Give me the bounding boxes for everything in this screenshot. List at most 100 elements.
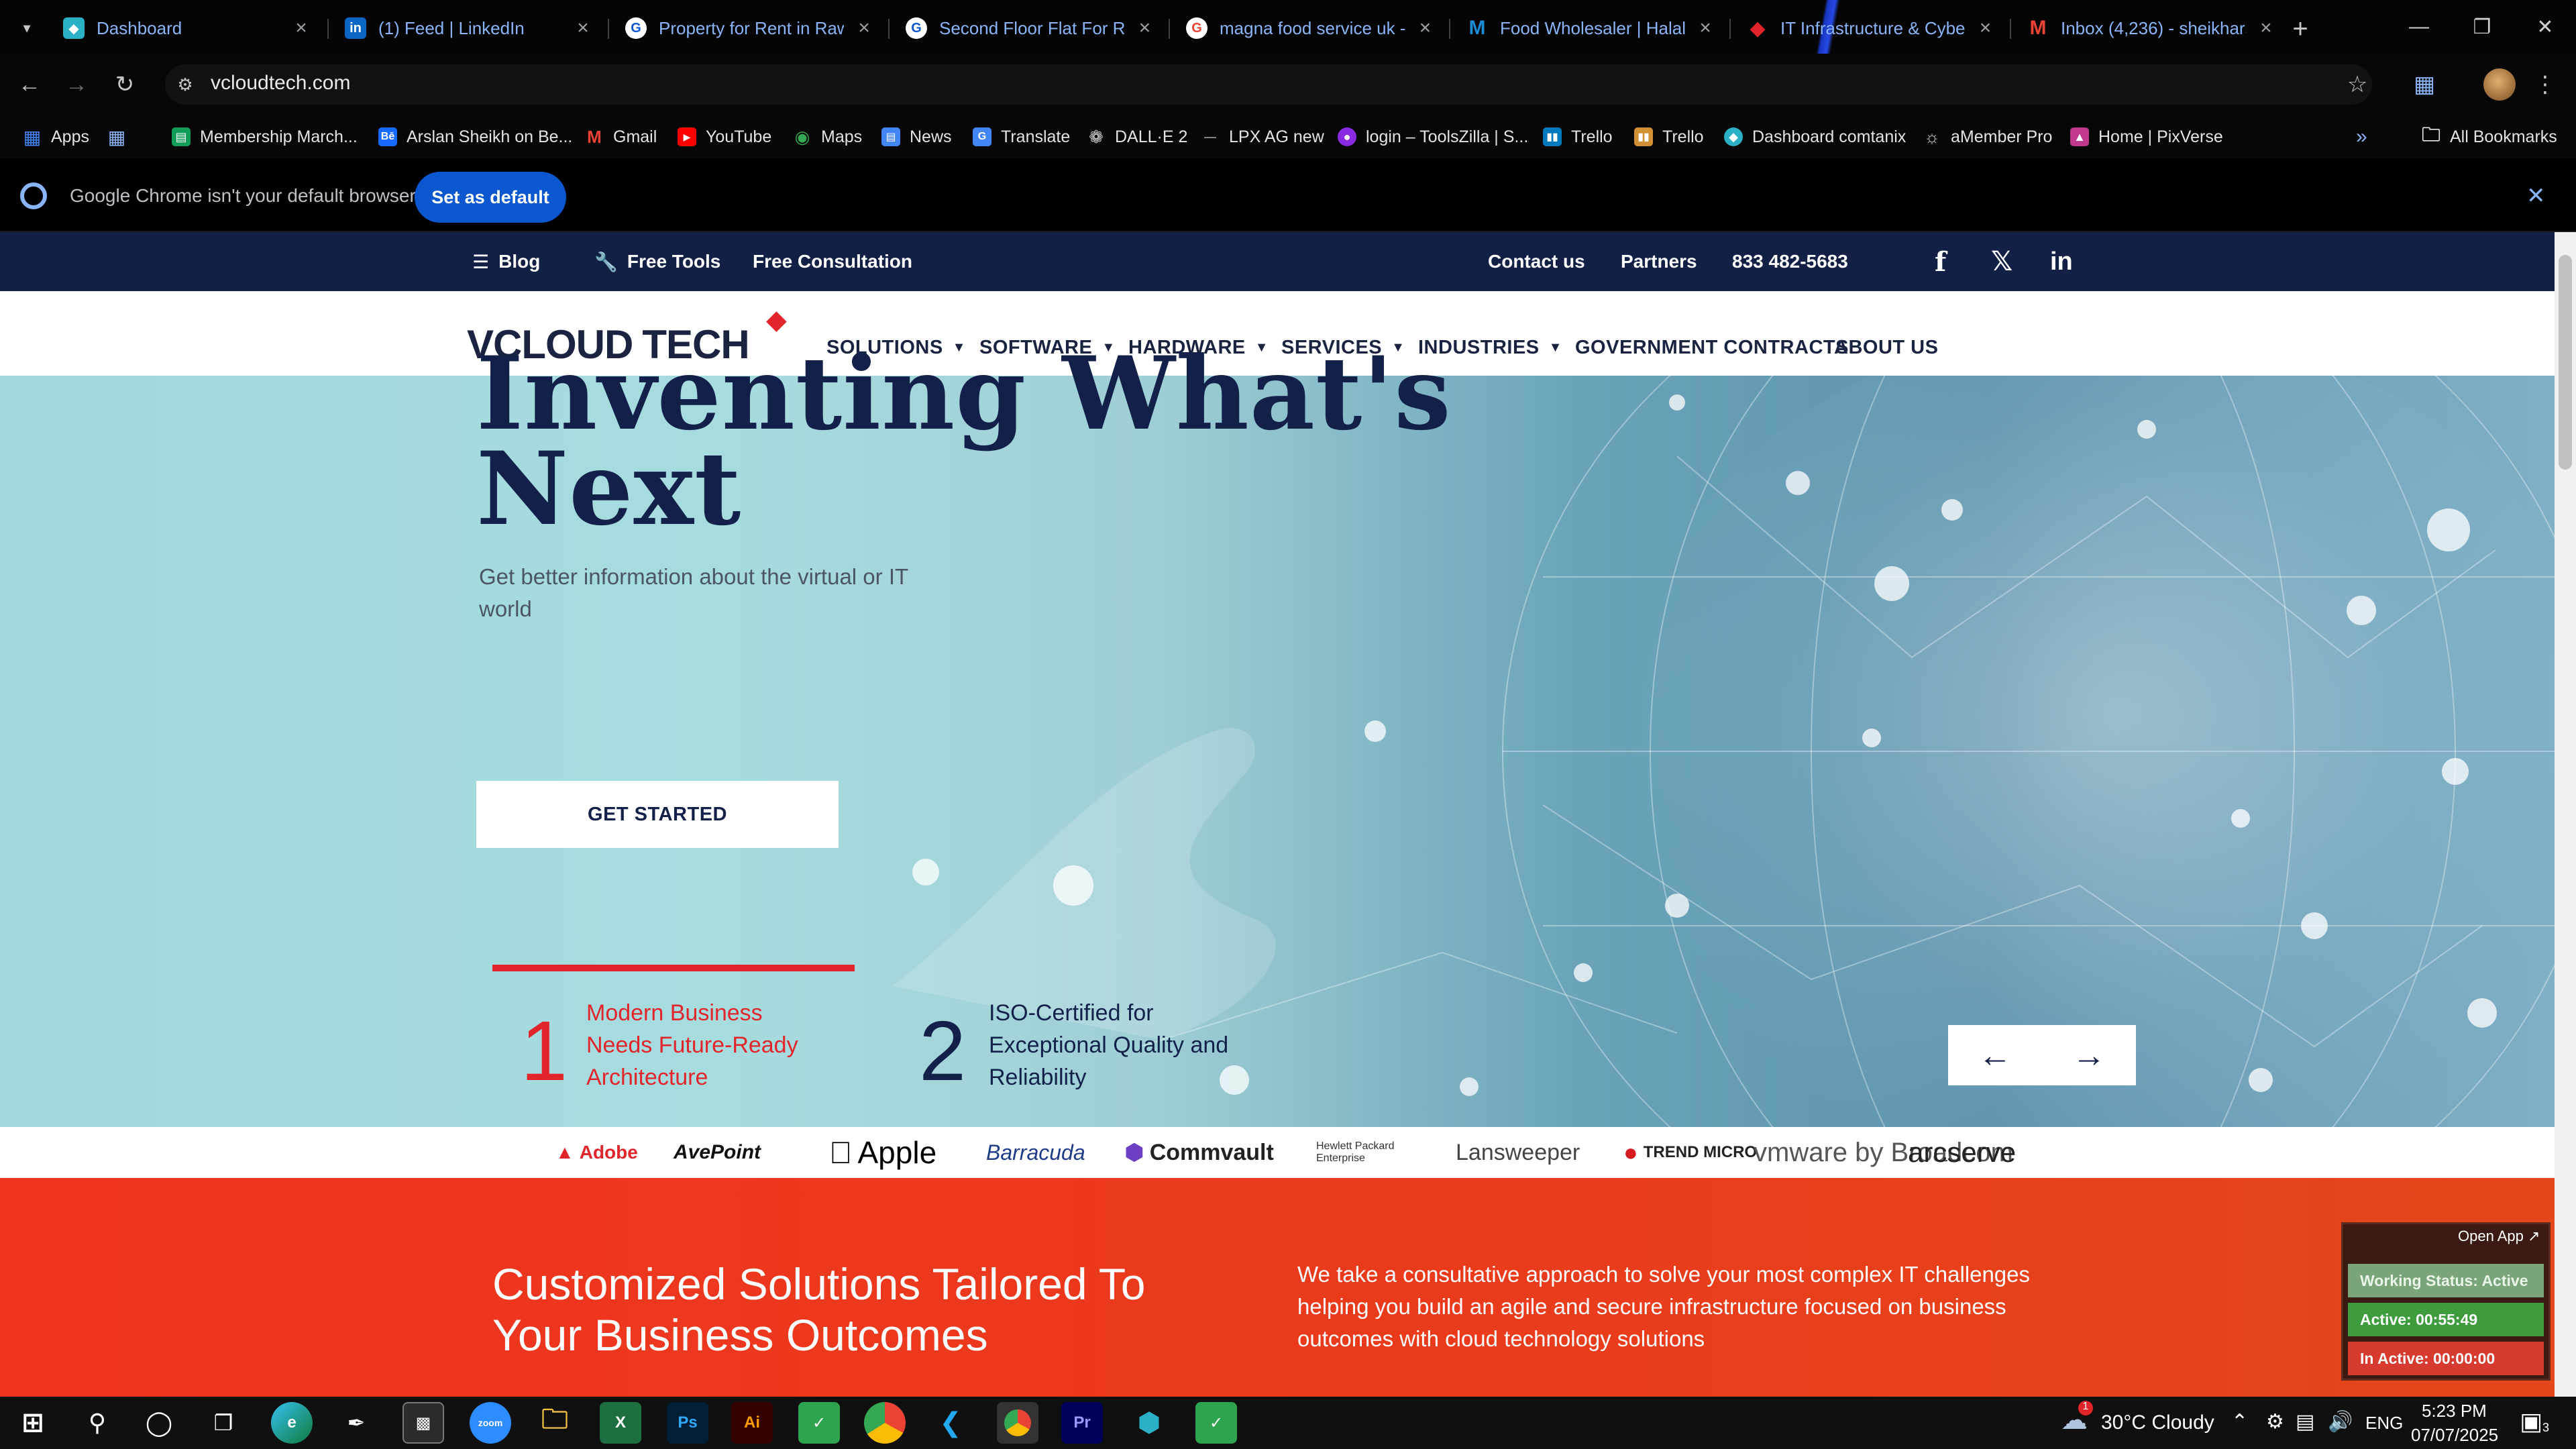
x-twitter-icon[interactable]: 𝕏 (1991, 232, 2012, 291)
more-bookmarks-icon[interactable]: » (2356, 119, 2367, 154)
bookmark-lpx[interactable]: — LPX AG new (1201, 119, 1324, 154)
linkedin-icon[interactable]: in (2050, 232, 2073, 291)
close-tab-icon[interactable]: × (1136, 17, 1154, 40)
slide-1-number[interactable]: 1 (521, 1009, 568, 1093)
close-tab-icon[interactable]: × (1696, 17, 1715, 40)
tab-food-wholesaler[interactable]: M Food Wholesaler | Halal F × (1450, 8, 1728, 48)
cortana-icon[interactable]: ◯ (138, 1402, 180, 1444)
network-icon[interactable]: ▤ (2296, 1410, 2314, 1434)
clock-time[interactable]: 5:23 PM (2422, 1401, 2487, 1421)
chrome-icon[interactable] (864, 1402, 906, 1444)
bookmark-behance[interactable]: Bē Arslan Sheikh on Be... (378, 119, 572, 154)
slide-2-number[interactable]: 2 (919, 1009, 966, 1093)
bookmark-star-icon[interactable]: ☆ (2341, 68, 2373, 101)
set-default-button[interactable]: Set as default (415, 172, 566, 223)
tab-search-button[interactable]: ▾ (12, 13, 42, 43)
task-view-icon[interactable]: ❐ (203, 1402, 244, 1444)
vscode-icon[interactable]: ❮ (930, 1402, 971, 1444)
open-app-link[interactable]: Open App ↗ (2458, 1228, 2540, 1245)
windows-start-icon[interactable]: ⊞ (12, 1402, 54, 1444)
close-window-button[interactable]: ✕ (2514, 0, 2576, 54)
bookmark-grid[interactable]: ▦ (107, 119, 136, 154)
excel-icon[interactable]: X (600, 1402, 641, 1444)
pen-icon[interactable]: ✒ (335, 1402, 377, 1444)
bookmark-apps[interactable]: ▦ Apps (23, 119, 89, 154)
edge-icon[interactable]: e (271, 1402, 313, 1444)
url-text[interactable]: vcloudtech.com (211, 72, 350, 95)
close-tab-icon[interactable]: × (1976, 17, 1995, 40)
slide-1-text[interactable]: Modern Business Needs Future-Ready Archi… (586, 997, 828, 1093)
slide-2-text[interactable]: ISO-Certified for Exceptional Quality an… (989, 997, 1271, 1093)
restore-button[interactable]: ❐ (2451, 0, 2513, 54)
forward-icon[interactable]: → (60, 68, 93, 101)
reload-icon[interactable]: ↻ (109, 68, 141, 101)
bookmark-trello-1[interactable]: ▮▮ Trello (1543, 119, 1613, 154)
volume-icon[interactable]: 🔊 (2328, 1410, 2353, 1434)
close-infobar-icon[interactable]: ✕ (2526, 182, 2546, 209)
bookmark-membership[interactable]: ▤ Membership March... (172, 119, 358, 154)
minimize-button[interactable]: — (2388, 0, 2450, 54)
search-icon[interactable]: ⚲ (76, 1402, 118, 1444)
bookmark-youtube[interactable]: ▶ YouTube (678, 119, 771, 154)
bookmark-pixverse[interactable]: ▲ Home | PixVerse (2070, 119, 2223, 154)
bookmark-news[interactable]: ▤ News (881, 119, 952, 154)
notification-icon[interactable]: ▣ (2520, 1407, 2542, 1436)
chrome-active-icon[interactable] (997, 1402, 1038, 1444)
green-app-2-icon[interactable]: ✓ (1195, 1402, 1237, 1444)
get-started-button[interactable]: GET STARTED (476, 781, 839, 848)
partners-link[interactable]: Partners (1621, 232, 1697, 291)
file-explorer-icon[interactable]: 🗀 (534, 1402, 576, 1444)
extensions-icon[interactable]: ▦ (2408, 68, 2440, 101)
close-tab-icon[interactable]: × (573, 17, 593, 40)
close-tab-icon[interactable]: × (855, 17, 873, 40)
new-tab-button[interactable]: + (2284, 12, 2317, 46)
photoshop-icon[interactable]: Ps (667, 1402, 708, 1444)
contact-us-link[interactable]: Contact us (1488, 232, 1585, 291)
facebook-icon[interactable]: f (1935, 232, 1946, 291)
tab-gmail-inbox[interactable]: M Inbox (4,236) - sheikharsl × (2011, 8, 2289, 48)
bookmark-trello-2[interactable]: ▮▮ Trello (1634, 119, 1704, 154)
tab-google-search[interactable]: G magna food service uk - G × (1170, 8, 1448, 48)
next-slide-button[interactable]: → (2042, 1025, 2136, 1085)
tab-dashboard[interactable]: ◆ Dashboard × (47, 8, 325, 48)
free-consultation-link[interactable]: Free Consultation (753, 232, 912, 291)
menu-icon[interactable]: ⋮ (2529, 68, 2561, 101)
site-info-icon[interactable]: ⚙ (169, 68, 201, 101)
dashboard-app-icon[interactable]: ⬢ (1128, 1402, 1170, 1444)
prev-slide-button[interactable]: ← (1948, 1025, 2042, 1085)
profile-avatar[interactable] (2483, 68, 2516, 101)
bookmark-amember[interactable]: ☼ aMember Pro (1923, 119, 2052, 154)
close-tab-icon[interactable]: × (291, 17, 311, 40)
clock-date[interactable]: 07/07/2025 (2411, 1425, 2498, 1446)
illustrator-icon[interactable]: Ai (731, 1402, 773, 1444)
tray-chevron-icon[interactable]: ⌃ (2231, 1410, 2248, 1434)
terminal-icon[interactable]: ▩ (402, 1402, 444, 1444)
nav-about-us[interactable]: ABOUT US (1834, 333, 1938, 362)
bookmark-dashboard-comtanix[interactable]: ◆ Dashboard comtanix (1724, 119, 1906, 154)
free-tools-link[interactable]: 🔧 Free Tools (594, 232, 720, 291)
bookmark-maps[interactable]: ◉ Maps (793, 119, 862, 154)
address-bar[interactable] (165, 64, 2372, 105)
bookmark-translate[interactable]: G Translate (973, 119, 1070, 154)
tab-linkedin[interactable]: in (1) Feed | LinkedIn × (329, 8, 606, 48)
bookmark-toolszilla[interactable]: ● login – ToolsZilla | S... (1338, 119, 1528, 154)
tab-property-rent[interactable]: G Property for Rent in Rawa × (609, 8, 887, 48)
close-tab-icon[interactable]: × (2257, 17, 2275, 40)
phone-number[interactable]: 833 482-5683 (1732, 232, 1848, 291)
tray-app-icon[interactable]: ⚙ (2266, 1410, 2284, 1434)
bookmark-gmail[interactable]: M Gmail (585, 119, 657, 154)
back-icon[interactable]: ← (13, 68, 46, 101)
premiere-icon[interactable]: Pr (1061, 1402, 1103, 1444)
close-tab-icon[interactable]: × (1416, 17, 1434, 40)
bookmark-dalle[interactable]: ❁ DALL·E 2 (1087, 119, 1187, 154)
page-scrollbar-thumb[interactable] (2559, 255, 2572, 470)
tab-it-infrastructure[interactable]: ◆ IT Infrastructure & Cyber × (1731, 8, 2008, 48)
all-bookmarks-folder[interactable]: 🗀 All Bookmarks (2422, 119, 2557, 154)
nav-government-contracts[interactable]: GOVERNMENT CONTRACTS (1575, 333, 1849, 362)
weather-text[interactable]: 30°C Cloudy (2101, 1411, 2214, 1434)
blog-link[interactable]: ☰ Blog (472, 232, 540, 291)
tab-second-floor-flat[interactable]: G Second Floor Flat For Ren × (890, 8, 1167, 48)
zoom-icon[interactable]: zoom (470, 1402, 511, 1444)
language-indicator[interactable]: ENG (2365, 1413, 2403, 1434)
green-app-icon[interactable]: ✓ (798, 1402, 840, 1444)
